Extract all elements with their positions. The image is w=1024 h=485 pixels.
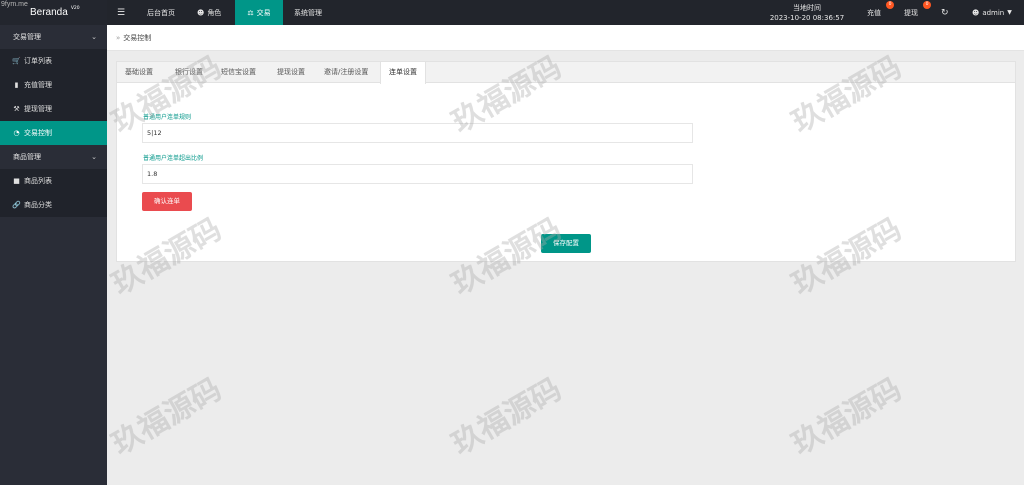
username: admin bbox=[982, 8, 1005, 17]
sidebar-item-trade-control[interactable]: ◔ 交易控制 bbox=[0, 121, 107, 145]
rule-label: 普通用户连单规则 bbox=[143, 114, 192, 121]
user-icon: ☻ bbox=[972, 8, 980, 17]
confirm-button[interactable]: 确认连单 bbox=[142, 192, 192, 211]
save-button[interactable]: 保存配置 bbox=[541, 234, 591, 253]
watermark: 玖福源码 bbox=[446, 371, 568, 463]
sidebar: 9fym.me Beranda V20 交易管理 ⌄ 🛒 订单列表 ▮ 充值管理… bbox=[0, 0, 107, 485]
user-icon: ☻ bbox=[197, 8, 205, 17]
recharge-link[interactable]: 充值 bbox=[867, 0, 881, 25]
tab-basic[interactable]: 基础设置 bbox=[117, 62, 161, 83]
withdraw-label: 提现 bbox=[904, 8, 918, 17]
local-time-label: 当地时间 bbox=[793, 3, 821, 12]
brand-name: Beranda bbox=[30, 7, 68, 18]
breadcrumb-current: 交易控制 bbox=[123, 33, 152, 42]
sidebar-item-label: 商品分类 bbox=[24, 201, 52, 209]
site-mark: 9fym.me bbox=[1, 1, 28, 8]
refresh-icon[interactable]: ↻ bbox=[941, 0, 949, 25]
tab-invite[interactable]: 邀请/注册设置 bbox=[316, 62, 376, 83]
sidebar-item-label: 商品列表 bbox=[24, 177, 52, 185]
sidebar-item-orders[interactable]: 🛒 订单列表 bbox=[0, 49, 107, 73]
tab-bank[interactable]: 银行设置 bbox=[167, 62, 211, 83]
sidebar-group-label: 交易管理 bbox=[13, 33, 41, 41]
caret-down-icon: ▼ bbox=[1007, 9, 1012, 16]
sidebar-item-goods-category[interactable]: 🔗 商品分类 bbox=[0, 193, 107, 217]
ratio-label: 普通用户连单超出比例 bbox=[143, 155, 204, 162]
nav-system[interactable]: 系统管理 bbox=[294, 0, 322, 25]
tab-consecutive[interactable]: 连单设置 bbox=[380, 62, 426, 84]
sidebar-group-goods[interactable]: 商品管理 ⌄ bbox=[0, 145, 107, 169]
rule-input[interactable] bbox=[142, 123, 693, 143]
cart-icon: 🛒 bbox=[12, 57, 21, 65]
user-menu[interactable]: ☻ admin ▼ bbox=[972, 0, 1012, 25]
chat-icon: ▮ bbox=[14, 81, 19, 89]
withdraw-link[interactable]: 提现 bbox=[904, 0, 918, 25]
ratio-input[interactable] bbox=[142, 164, 693, 184]
sidebar-item-label: 提现管理 bbox=[24, 105, 52, 113]
breadcrumb: » 交易控制 bbox=[107, 25, 1024, 51]
local-time: 当地时间 2023-10-20 08:36:57 bbox=[765, 0, 849, 25]
chevron-right-icon: » bbox=[116, 33, 121, 42]
chevron-down-icon: ⌄ bbox=[91, 33, 97, 41]
settings-panel: 基础设置 银行设置 短信宝设置 提现设置 邀请/注册设置 连单设置 普通用户连单… bbox=[116, 61, 1016, 262]
nav-label: 后台首页 bbox=[147, 8, 175, 17]
recharge-badge: 0 bbox=[886, 1, 894, 9]
nav-trade[interactable]: ⚖ 交易 bbox=[235, 0, 283, 25]
brand-version: V20 bbox=[70, 6, 80, 11]
link-icon: 🔗 bbox=[12, 201, 21, 209]
logo[interactable]: 9fym.me Beranda V20 bbox=[0, 0, 107, 25]
truck-icon: ■ bbox=[13, 177, 20, 185]
tab-bar: 基础设置 银行设置 短信宝设置 提现设置 邀请/注册设置 连单设置 bbox=[117, 62, 1015, 84]
sidebar-item-goods-list[interactable]: ■ 商品列表 bbox=[0, 169, 107, 193]
sidebar-item-recharge[interactable]: ▮ 充值管理 bbox=[0, 73, 107, 97]
watermark: 玖福源码 bbox=[786, 371, 908, 463]
recharge-label: 充值 bbox=[867, 8, 881, 17]
watermark: 玖福源码 bbox=[106, 371, 228, 463]
nav-home[interactable]: 后台首页 bbox=[147, 0, 175, 25]
top-navbar: ☰ 后台首页 ☻ 角色 ⚖ 交易 系统管理 当地时间 2023-10-20 08… bbox=[107, 0, 1024, 25]
hammer-icon: ⚒ bbox=[13, 105, 20, 113]
gauge-icon: ◔ bbox=[13, 129, 20, 137]
sidebar-item-label: 交易控制 bbox=[24, 129, 52, 137]
withdraw-badge: 0 bbox=[923, 1, 931, 9]
nav-label: 交易 bbox=[256, 8, 271, 17]
sidebar-item-label: 订单列表 bbox=[24, 57, 52, 65]
tab-withdraw[interactable]: 提现设置 bbox=[269, 62, 313, 83]
sidebar-item-label: 充值管理 bbox=[24, 81, 52, 89]
sidebar-group-label: 商品管理 bbox=[13, 153, 41, 161]
chevron-down-icon: ⌄ bbox=[91, 153, 97, 161]
nav-label: 系统管理 bbox=[294, 8, 322, 17]
sidebar-item-withdraw[interactable]: ⚒ 提现管理 bbox=[0, 97, 107, 121]
sidebar-group-trade[interactable]: 交易管理 ⌄ bbox=[0, 25, 107, 49]
scale-icon: ⚖ bbox=[247, 8, 254, 17]
tab-sms[interactable]: 短信宝设置 bbox=[213, 62, 264, 83]
hamburger-icon[interactable]: ☰ bbox=[117, 0, 125, 25]
nav-label: 角色 bbox=[207, 8, 222, 17]
local-time-value: 2023-10-20 08:36:57 bbox=[769, 13, 845, 22]
nav-roles[interactable]: ☻ 角色 bbox=[197, 0, 221, 25]
